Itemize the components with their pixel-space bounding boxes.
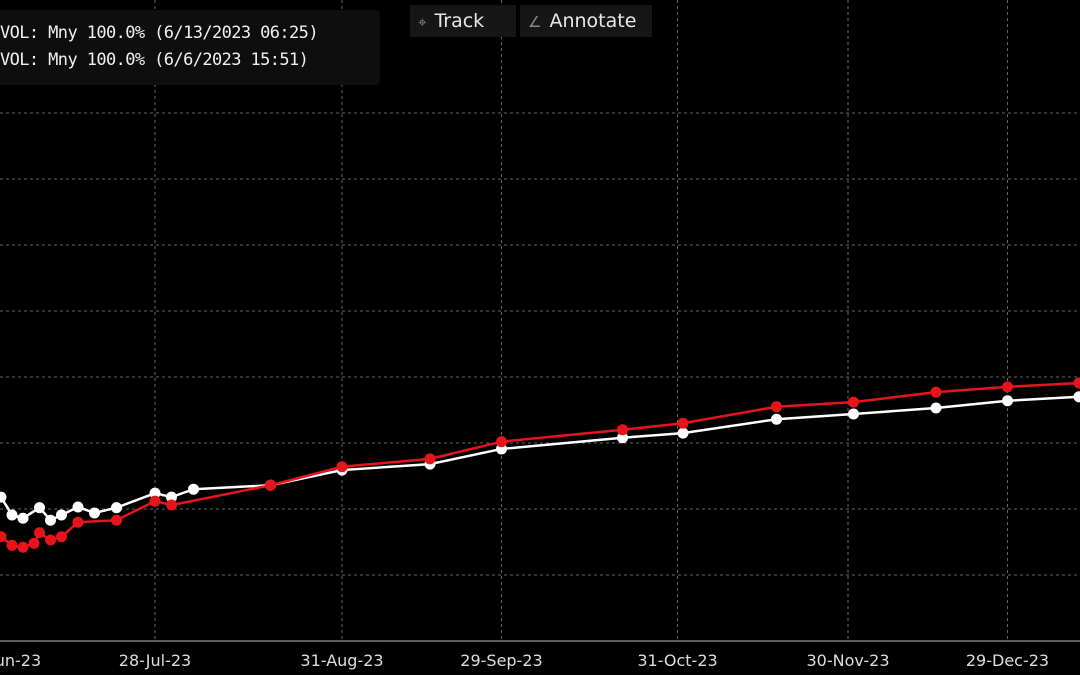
data-point — [56, 509, 67, 521]
data-point — [72, 501, 84, 513]
annotate-label: Annotate — [549, 10, 637, 32]
data-point — [1073, 391, 1080, 403]
data-point — [1073, 377, 1080, 389]
track-label: Track — [434, 10, 485, 32]
pencil-icon: ∠ — [528, 13, 542, 31]
data-point — [848, 408, 859, 420]
data-point — [265, 479, 276, 491]
data-point — [188, 483, 199, 495]
data-point — [424, 453, 436, 465]
data-point — [677, 417, 689, 429]
data-point — [0, 491, 7, 503]
data-point — [848, 396, 859, 408]
data-point — [617, 424, 628, 436]
x-tick-label: 31-Aug-23 — [300, 651, 383, 670]
data-point — [930, 402, 942, 414]
x-tick-label: Jun-23 — [0, 651, 41, 670]
data-point — [1002, 381, 1013, 393]
data-point — [111, 502, 122, 514]
grid — [0, 0, 1080, 641]
data-point — [930, 386, 942, 398]
data-point — [56, 531, 67, 543]
data-point — [166, 499, 177, 511]
data-point — [34, 502, 45, 514]
x-axis-ticks: Jun-23 28-Jul-23 31-Aug-23 29-Sep-23 31-Oct-… — [0, 651, 1049, 670]
crosshair-icon: ⌖ — [418, 13, 427, 31]
data-point — [771, 413, 782, 425]
series-line-0 — [0, 381, 1080, 549]
data-point — [17, 541, 29, 553]
legend: VOL: Mny 100.0% (6/13/2023 06:25) VOL: M… — [0, 10, 380, 85]
data-point — [89, 507, 100, 519]
data-point — [149, 495, 161, 507]
x-tick-label: 28-Jul-23 — [119, 651, 191, 670]
track-button[interactable]: ⌖ Track — [410, 5, 516, 37]
volatility-chart: Jun-23 28-Jul-23 31-Aug-23 29-Sep-23 31-Oct-… — [0, 0, 1080, 670]
data-point — [677, 427, 689, 439]
data-point — [28, 537, 40, 549]
x-tick-label: 29-Sep-23 — [460, 651, 542, 670]
x-tick-label: 29-Dec-23 — [966, 651, 1049, 670]
data-point — [45, 514, 56, 526]
data-point — [72, 516, 84, 528]
data-point — [6, 509, 18, 521]
data-point — [6, 539, 18, 551]
data-point — [34, 527, 45, 539]
annotate-button[interactable]: ∠ Annotate — [520, 5, 652, 37]
data-point — [17, 512, 29, 524]
data-point — [1002, 395, 1013, 407]
data-point — [496, 436, 507, 448]
data-point — [771, 401, 782, 413]
legend-entry-white: VOL: Mny 100.0% (6/6/2023 15:51) — [0, 50, 309, 70]
data-point — [336, 461, 348, 473]
x-tick-label: 31-Oct-23 — [637, 651, 717, 670]
data-point — [111, 514, 122, 526]
x-tick-label: 30-Nov-23 — [806, 651, 889, 670]
data-point — [45, 534, 56, 546]
series-group — [0, 377, 1080, 553]
legend-entry-red: VOL: Mny 100.0% (6/13/2023 06:25) — [0, 23, 319, 43]
